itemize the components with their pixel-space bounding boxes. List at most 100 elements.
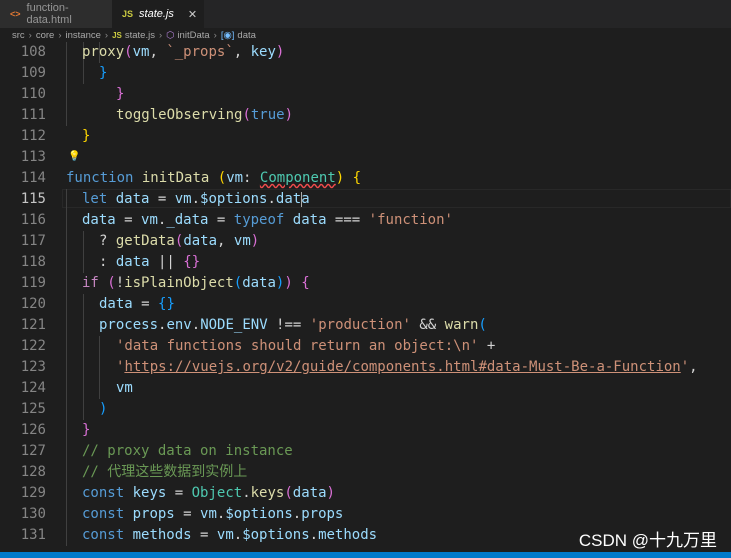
indent-guide xyxy=(66,105,67,126)
line-number: 117 xyxy=(20,233,46,249)
code-token: props xyxy=(301,506,344,522)
code-text: proxy(vm, `_props`, key) xyxy=(82,42,284,63)
code-token: } xyxy=(116,86,125,102)
code-token: + xyxy=(478,338,496,354)
code-token: getData xyxy=(115,233,175,249)
code-line[interactable]: 118: data || {} xyxy=(0,252,731,273)
indent-guide xyxy=(99,336,100,357)
line-number: 111 xyxy=(20,107,46,123)
code-line[interactable]: 110} xyxy=(0,84,731,105)
code-line[interactable]: 121 process.env.NODE_ENV !== 'production'… xyxy=(0,315,731,336)
code-line[interactable]: 125) xyxy=(0,399,731,420)
code-token: , xyxy=(689,359,698,375)
code-line[interactable]: 114 function initData (vm: Component) { xyxy=(0,168,731,189)
code-token: warn xyxy=(444,317,479,333)
tab-label: state.js xyxy=(139,8,174,20)
code-token: ) xyxy=(99,401,108,417)
code-token: && xyxy=(410,317,445,333)
line-number: 119 xyxy=(20,275,46,291)
code-text: data = {} xyxy=(99,294,175,315)
code-text: } xyxy=(116,84,124,105)
code-line[interactable]: 111 toggleObserving(true) xyxy=(0,105,731,126)
code-editor[interactable]: 108 proxy(vm, `_props`, key) 109} 110} 111 to… xyxy=(0,42,731,552)
code-token: $options xyxy=(225,506,293,522)
code-token: env xyxy=(166,317,192,333)
code-line[interactable]: 116 data = vm._data = typeof data === 'fu… xyxy=(0,210,731,231)
code-line[interactable]: 129 const keys = Object.keys(data) xyxy=(0,483,731,504)
code-token: {} xyxy=(158,296,175,312)
code-token: 'data functions should return an object:… xyxy=(116,338,479,354)
indent-guide xyxy=(83,399,84,420)
code-token: toggleObserving xyxy=(116,107,243,123)
code-token: . xyxy=(292,506,302,522)
code-line[interactable]: 122 'data functions should return an obje… xyxy=(0,336,731,357)
breadcrumb-item-instance[interactable]: instance xyxy=(66,30,101,41)
indent-guide xyxy=(66,525,67,546)
tab-function-data-html[interactable]: <> function-data.html xyxy=(0,0,112,28)
breadcrumb-item-file[interactable]: state.js xyxy=(125,30,155,41)
chevron-right-icon: › xyxy=(28,29,32,41)
line-number: 110 xyxy=(20,86,46,102)
code-token: typeof xyxy=(233,212,285,228)
breadcrumb-item-src[interactable]: src xyxy=(12,30,25,41)
breadcrumb-item-function[interactable]: initData xyxy=(177,30,209,41)
code-line[interactable]: 124 vm xyxy=(0,378,731,399)
code-token: vm xyxy=(216,527,234,543)
code-line[interactable]: 117 ? getData(data, vm) xyxy=(0,231,731,252)
variable-icon: [◉] xyxy=(220,29,235,41)
indent-guide xyxy=(66,189,67,210)
code-line[interactable]: 109} xyxy=(0,63,731,84)
code-line[interactable]: 119 if (!isPlainObject(data)) { xyxy=(0,273,731,294)
indent-guide xyxy=(66,483,67,504)
code-line[interactable]: 108 proxy(vm, `_props`, key) xyxy=(0,42,731,63)
line-number: 122 xyxy=(20,338,46,354)
line-number: 131 xyxy=(20,527,46,543)
indent-guide xyxy=(66,231,67,252)
code-text: ) xyxy=(99,399,107,420)
line-number: 123 xyxy=(20,359,46,375)
code-line[interactable]: 115 let data = vm.$options.data xyxy=(0,189,731,210)
line-number: 125 xyxy=(20,401,46,417)
code-line[interactable]: 112} xyxy=(0,126,731,147)
code-text: // 代理这些数据到实例上 xyxy=(82,462,247,483)
code-token: ( xyxy=(107,275,116,291)
code-token: methods xyxy=(132,527,192,543)
code-token: . xyxy=(267,191,276,207)
indent-guide xyxy=(83,315,84,336)
code-line[interactable]: 126} xyxy=(0,420,731,441)
breadcrumb-item-core[interactable]: core xyxy=(36,30,54,41)
code-token: } xyxy=(82,422,91,438)
code-token: vm xyxy=(174,191,192,207)
code-text: let data = vm.$options.data xyxy=(82,189,310,210)
lightbulb-icon[interactable]: 💡 xyxy=(68,151,80,162)
close-icon[interactable]: ✕ xyxy=(188,8,197,21)
code-token: // proxy data on instance xyxy=(82,443,293,459)
code-token: ) xyxy=(335,170,353,186)
indent-guide xyxy=(83,252,84,273)
code-token: data xyxy=(99,296,133,312)
text-cursor xyxy=(301,192,302,207)
code-token: true xyxy=(250,107,285,123)
code-text: ? getData(data, vm) xyxy=(99,231,259,252)
indent-guide xyxy=(83,378,84,399)
line-number: 130 xyxy=(20,506,46,522)
code-token: function xyxy=(66,170,134,186)
code-text: 'https://vuejs.org/v2/guide/components.h… xyxy=(116,357,698,378)
code-line[interactable]: 127 // proxy data on instance xyxy=(0,441,731,462)
code-token: . xyxy=(242,485,251,501)
code-token: ( xyxy=(233,275,243,291)
code-line[interactable]: 113 💡 xyxy=(0,147,731,168)
code-token: data xyxy=(275,191,310,207)
code-line[interactable]: 128 // 代理这些数据到实例上 xyxy=(0,462,731,483)
code-line[interactable]: 120 data = {} xyxy=(0,294,731,315)
breadcrumb-item-variable[interactable]: data xyxy=(237,30,256,41)
indent-guide xyxy=(66,315,67,336)
code-token: data xyxy=(82,212,116,228)
code-line[interactable]: 130 const props = vm.$options.props xyxy=(0,504,731,525)
code-token: 'production' xyxy=(309,317,411,333)
code-line[interactable]: 123 'https://vuejs.org/v2/guide/component… xyxy=(0,357,731,378)
tab-state-js[interactable]: JS state.js ✕ xyxy=(112,0,204,28)
